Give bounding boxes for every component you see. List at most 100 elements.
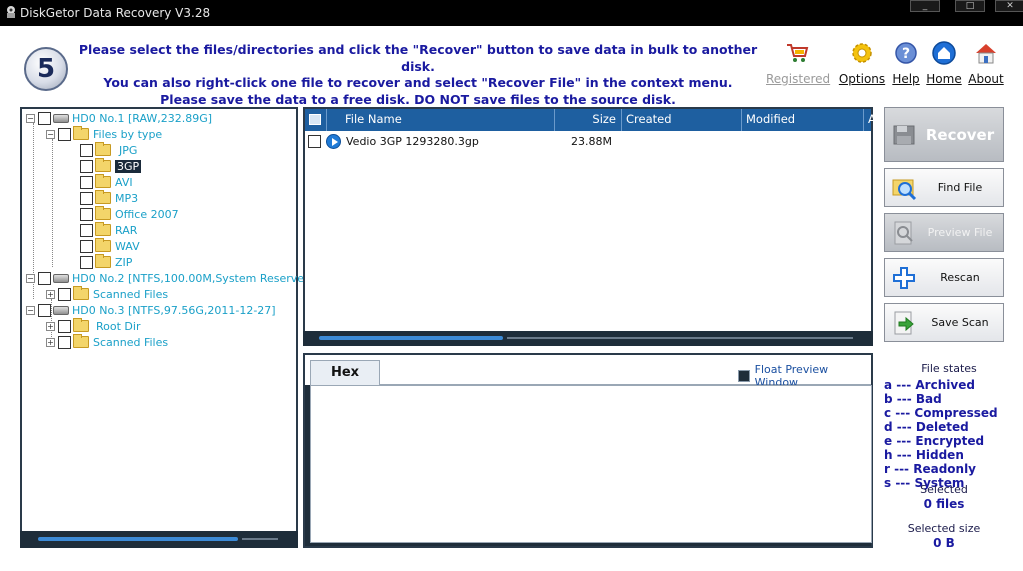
rescan-button[interactable]: Rescan — [884, 258, 1004, 297]
tab-hex[interactable]: Hex — [310, 360, 380, 385]
tree-checkbox[interactable] — [80, 207, 93, 221]
tree-item-label: HD0 No.1 [RAW,232.89G] — [72, 111, 213, 125]
tree-checkbox[interactable] — [80, 255, 93, 269]
collapse-icon[interactable]: − — [26, 305, 35, 315]
step-number: 5 — [36, 54, 56, 84]
tree-checkbox[interactable] — [38, 111, 51, 125]
tree-item-3gp[interactable]: 3GP — [80, 158, 142, 174]
save-scan-label: Save Scan — [931, 316, 989, 329]
folder-tree[interactable]: − HD0 No.1 [RAW,232.89G] − Files by type… — [20, 107, 322, 548]
tree-item-wav[interactable]: WAV — [80, 238, 140, 254]
column-size[interactable]: Size — [555, 109, 622, 131]
tree-item-avi[interactable]: AVI — [80, 174, 133, 190]
tree-item-label: 3GP — [115, 159, 142, 173]
file-states-legend: File states a --- Archived b --- Bad c -… — [884, 362, 1014, 490]
find-file-button[interactable]: Find File — [884, 168, 1004, 207]
tree-item-label: HD0 No.2 [NTFS,100.00M,System Reserved,2 — [72, 271, 322, 285]
nav-about[interactable]: About — [966, 40, 1006, 86]
expand-icon[interactable]: + — [46, 321, 55, 331]
tree-item-label: WAV — [115, 239, 140, 253]
minimize-button[interactable]: _ — [910, 0, 940, 12]
tree-checkbox[interactable] — [80, 143, 93, 157]
collapse-icon[interactable]: − — [26, 113, 35, 123]
scrollbar-track[interactable] — [242, 538, 278, 540]
recover-button[interactable]: Recover — [884, 107, 1004, 162]
nav-help[interactable]: ? Help — [890, 40, 922, 86]
tree-checkbox[interactable] — [80, 175, 93, 189]
state-hidden: h --- Hidden — [884, 448, 964, 462]
tree-item-drive2-scanned[interactable]: + Scanned Files — [46, 286, 168, 302]
nav-options[interactable]: Options — [838, 40, 886, 86]
nav-options-label: Options — [838, 72, 886, 86]
save-scan-button[interactable]: Save Scan — [884, 303, 1004, 342]
app-logo-icon — [7, 6, 15, 18]
hex-view[interactable] — [310, 385, 872, 543]
nav-registered[interactable]: Registered — [766, 40, 830, 86]
svg-text:?: ? — [902, 46, 910, 62]
tree-item-jpg[interactable]: JPG — [80, 142, 137, 158]
tree-item-rar[interactable]: RAR — [80, 222, 137, 238]
column-modified[interactable]: Modified — [742, 109, 864, 131]
tree-item-drive3-scanned[interactable]: + Scanned Files — [46, 334, 168, 350]
tree-checkbox[interactable] — [58, 127, 71, 141]
state-deleted: d --- Deleted — [884, 420, 969, 434]
nav-home[interactable]: Home — [926, 40, 962, 86]
hard-drive-icon — [53, 305, 69, 315]
tree-checkbox[interactable] — [80, 223, 93, 237]
collapse-icon[interactable]: − — [46, 129, 55, 139]
state-readonly: r --- Readonly — [884, 462, 977, 476]
tree-checkbox[interactable] — [58, 287, 71, 301]
recover-icon — [893, 125, 915, 145]
title-bar[interactable]: DiskGetor Data Recovery V3.28 _ □ ✕ — [0, 0, 1023, 26]
column-created[interactable]: Created — [622, 109, 742, 131]
tree-checkbox[interactable] — [80, 239, 93, 253]
tree-horizontal-scrollbar[interactable] — [20, 531, 298, 548]
tree-item-label: ZIP — [115, 255, 133, 269]
expand-icon[interactable]: + — [46, 337, 55, 347]
tree-item-drive3[interactable]: − HD0 No.3 [NTFS,97.56G,2011-12-27] — [26, 302, 276, 318]
select-all-icon[interactable] — [309, 114, 321, 125]
scrollbar-thumb[interactable] — [319, 336, 503, 340]
file-checkbox[interactable] — [308, 135, 321, 148]
expand-icon[interactable]: + — [46, 289, 55, 299]
column-attributes[interactable]: A — [864, 109, 876, 131]
instruction-line-3: Please save the data to a free disk. DO … — [160, 91, 676, 107]
preview-file-button[interactable]: Preview File — [884, 213, 1004, 252]
table-row[interactable]: Vedio 3GP 1293280.3gp 23.88M — [305, 133, 871, 151]
tree-item-label: Scanned Files — [93, 287, 169, 301]
collapse-icon[interactable]: − — [26, 273, 35, 283]
tree-item-drive1[interactable]: − HD0 No.1 [RAW,232.89G] — [26, 110, 212, 126]
tree-item-drive2[interactable]: − HD0 No.2 [NTFS,100.00M,System Reserved… — [26, 270, 322, 286]
tree-item-label: JPG — [119, 143, 138, 157]
tree-item-files-by-type[interactable]: − Files by type — [46, 126, 162, 142]
tree-checkbox[interactable] — [38, 303, 51, 317]
app-window: DiskGetor Data Recovery V3.28 _ □ ✕ 5 Pl… — [0, 0, 1023, 571]
tree-item-zip[interactable]: ZIP — [80, 254, 132, 270]
tree-item-label: HD0 No.3 [NTFS,97.56G,2011-12-27] — [72, 303, 276, 317]
state-bad: b --- Bad — [884, 392, 942, 406]
tree-checkbox[interactable] — [80, 159, 93, 173]
nav-about-label: About — [968, 72, 1004, 86]
column-file-name[interactable]: File Name — [327, 109, 555, 131]
tree-checkbox[interactable] — [58, 319, 71, 333]
preview-file-label: Preview File — [927, 226, 993, 239]
tree-item-label: MP3 — [115, 191, 139, 205]
float-preview-checkbox[interactable] — [738, 370, 750, 382]
scrollbar-track[interactable] — [507, 337, 853, 339]
tree-item-drive3-root[interactable]: + Root Dir — [46, 318, 140, 334]
tree-checkbox[interactable] — [58, 335, 71, 349]
select-all-column[interactable] — [305, 109, 327, 131]
file-states-title: File states — [921, 362, 977, 375]
scrollbar-thumb[interactable] — [38, 537, 238, 541]
tree-checkbox[interactable] — [80, 191, 93, 205]
tree-item-office-2007[interactable]: Office 2007 — [80, 206, 179, 222]
step-badge: 5 — [24, 47, 68, 91]
folder-icon — [95, 190, 111, 204]
file-list[interactable]: File Name Size Created Modified A Vedio … — [303, 107, 876, 335]
tree-item-mp3[interactable]: MP3 — [80, 190, 138, 206]
save-scan-icon — [894, 311, 914, 335]
tree-checkbox[interactable] — [38, 271, 51, 285]
close-button[interactable]: ✕ — [995, 0, 1023, 12]
maximize-button[interactable]: □ — [955, 0, 985, 12]
file-list-horizontal-scrollbar[interactable] — [303, 331, 873, 346]
